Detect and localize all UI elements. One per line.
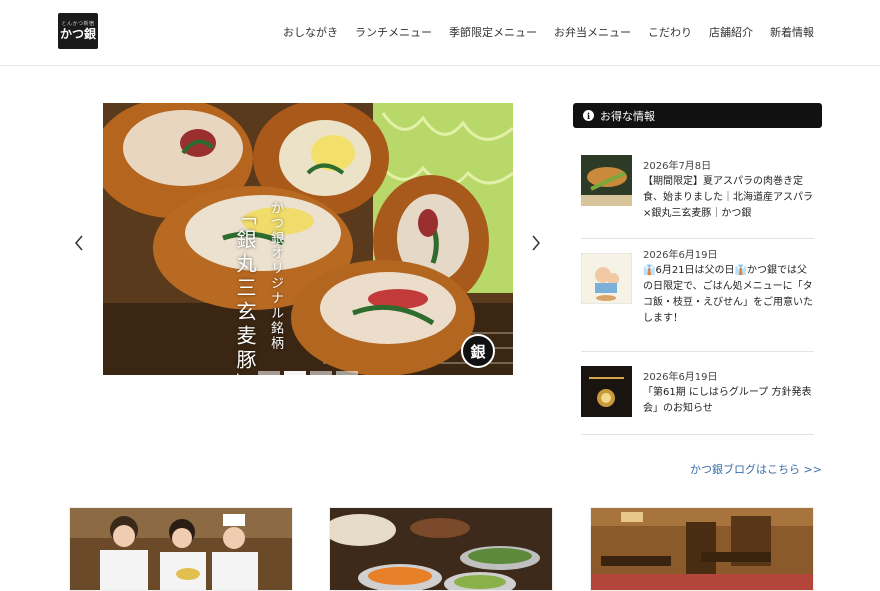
- hero-slider[interactable]: かつ銀オリジナル銘柄 「銀丸三玄麦豚」 銀: [103, 103, 513, 375]
- deals-heading-label: お得な情報: [600, 109, 655, 123]
- chevron-right-icon: [532, 235, 540, 251]
- blog-link[interactable]: かつ銀ブログはこちら >>: [690, 461, 822, 477]
- news-title[interactable]: 【期間限定】夏アスパラの肉巻き定食、始まりました｜北海道産アスパラ×銀丸三玄麦豚…: [643, 174, 813, 222]
- news-item[interactable]: 2026年6月19日 👔6月21日は父の日👔かつ銀では父の日限定で、ごはん処メニ…: [581, 240, 814, 352]
- asparagus-cutlet-thumb[interactable]: [581, 155, 632, 206]
- slider-prev-button[interactable]: [70, 230, 88, 256]
- slider-next-button[interactable]: [527, 230, 545, 256]
- brand-badge-icon: 銀: [461, 334, 495, 368]
- slide-caption: かつ銀オリジナル銘柄 「銀丸三玄麦豚」: [231, 201, 285, 375]
- main-nav: おしながき ランチメニュー 季節限定メニュー お弁当メニュー こだわり 店舗紹介…: [283, 24, 814, 40]
- news-date: 2026年6月19日: [643, 250, 718, 261]
- nav-news[interactable]: 新着情報: [770, 24, 814, 40]
- slider-dot[interactable]: [310, 371, 332, 375]
- salad-bar-photo[interactable]: [329, 507, 553, 591]
- slide-caption-small: かつ銀オリジナル銘柄: [268, 201, 283, 351]
- slider-dot[interactable]: [336, 371, 358, 375]
- news-date: 2026年7月8日: [643, 161, 712, 172]
- fathers-day-thumb[interactable]: [581, 253, 632, 304]
- nav-bento-menu[interactable]: お弁当メニュー: [554, 24, 631, 40]
- nav-seasonal-menu[interactable]: 季節限定メニュー: [449, 24, 537, 40]
- staff-photo[interactable]: [69, 507, 293, 591]
- nav-lunch-menu[interactable]: ランチメニュー: [355, 24, 432, 40]
- slider-dot-active[interactable]: [284, 371, 306, 375]
- slider-dot[interactable]: [258, 371, 280, 375]
- news-item[interactable]: 2026年6月19日 「第61期 にしはらグループ 方針発表会」のお知らせ: [581, 353, 814, 435]
- nav-menu[interactable]: おしながき: [283, 24, 338, 40]
- policy-meeting-thumb[interactable]: [581, 366, 632, 417]
- nav-commitment[interactable]: こだわり: [648, 24, 692, 40]
- nav-stores[interactable]: 店舗紹介: [709, 24, 753, 40]
- site-logo[interactable]: とんかつ新宿 かつ銀: [58, 13, 98, 49]
- news-date: 2026年6月19日: [643, 372, 718, 383]
- cutlet-slide-image: [103, 103, 513, 375]
- logo-title: かつ銀: [59, 27, 96, 41]
- dining-room-photo[interactable]: [590, 507, 814, 591]
- chevron-left-icon: [75, 235, 83, 251]
- news-item[interactable]: 2026年7月8日 【期間限定】夏アスパラの肉巻き定食、始まりました｜北海道産ア…: [581, 150, 814, 239]
- news-title[interactable]: 「第61期 にしはらグループ 方針発表会」のお知らせ: [643, 385, 813, 417]
- slide-caption-big: 「銀丸三玄麦豚」: [233, 205, 257, 375]
- site-header: とんかつ新宿 かつ銀 おしながき ランチメニュー 季節限定メニュー お弁当メニュ…: [0, 0, 880, 66]
- slider-dots: [258, 371, 358, 375]
- info-icon: i: [583, 110, 594, 121]
- deals-heading: i お得な情報: [573, 103, 822, 128]
- news-title[interactable]: 👔6月21日は父の日👔かつ銀では父の日限定で、ごはん処メニューに「タコ飯・枝豆・…: [643, 263, 813, 327]
